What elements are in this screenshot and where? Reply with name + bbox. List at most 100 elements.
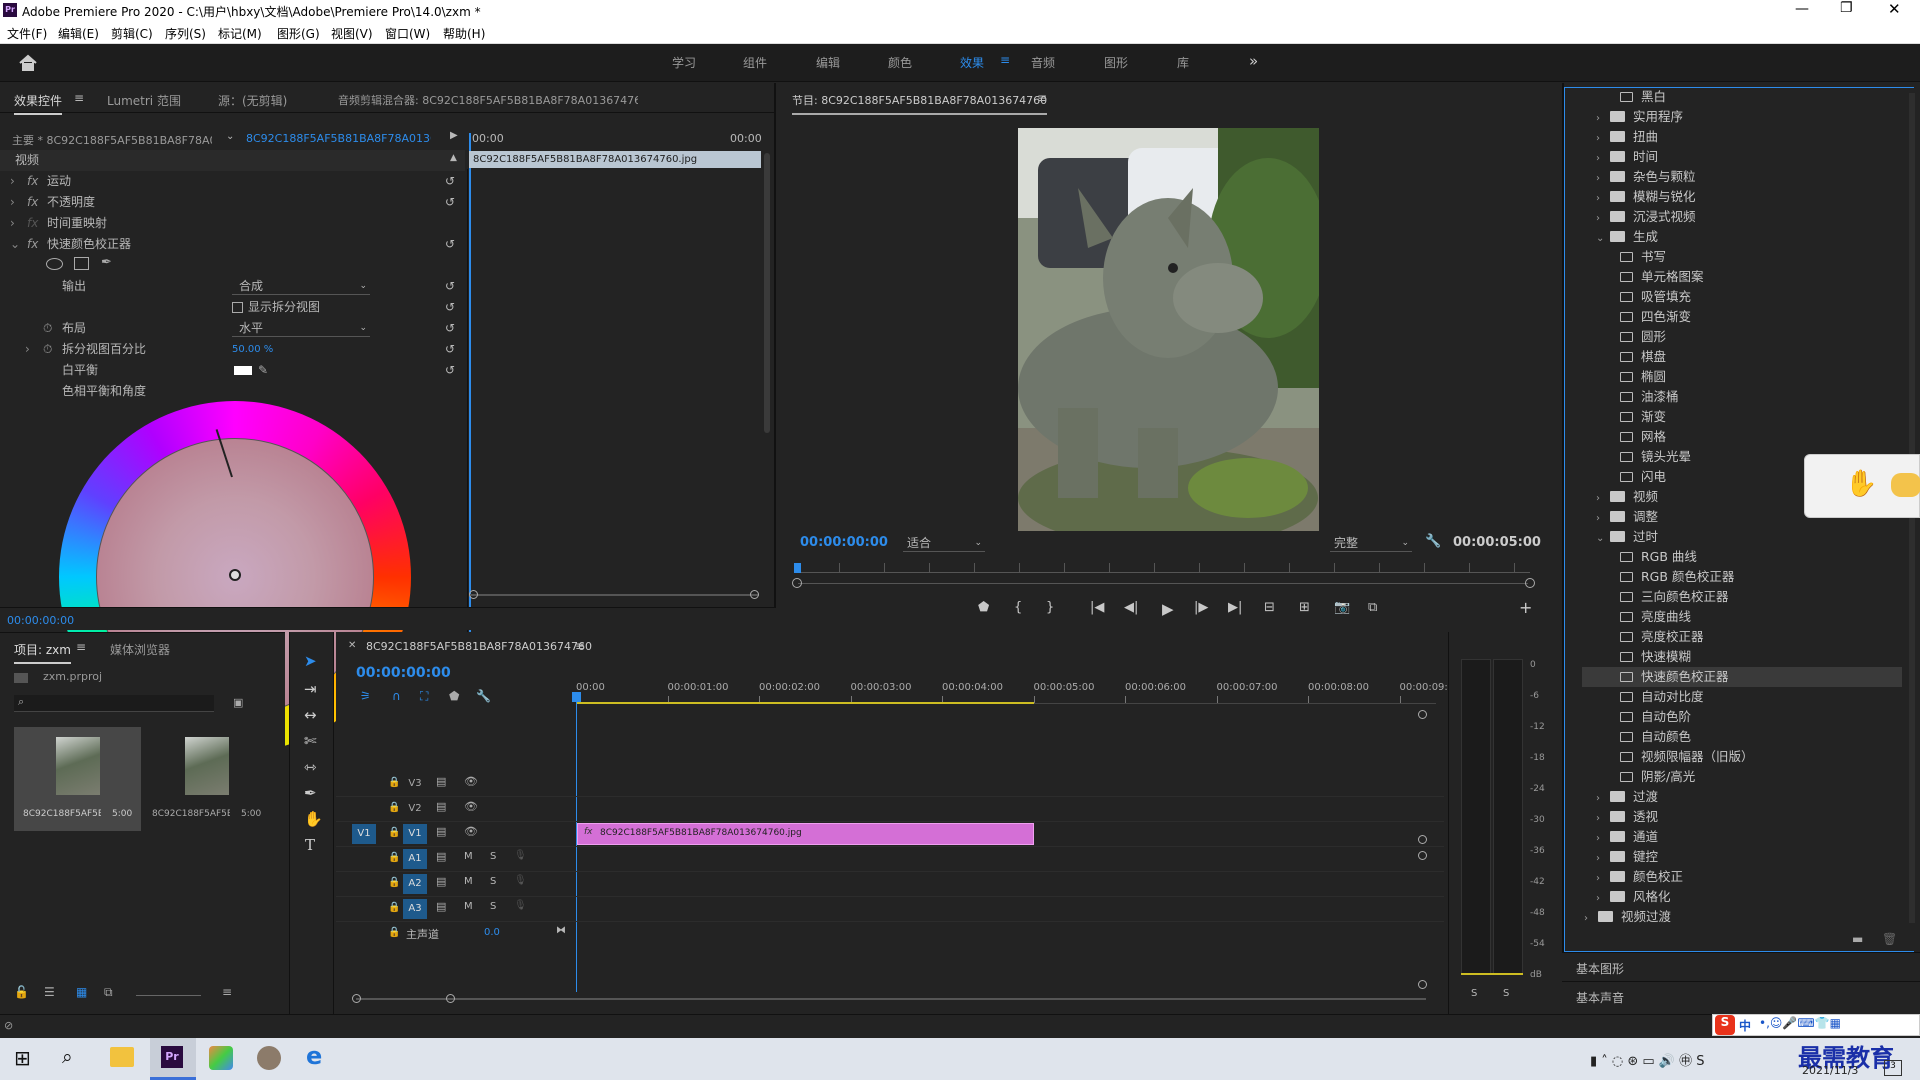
menu-sequence[interactable]: 序列(S) [165,25,206,42]
scroll-up-icon[interactable]: ▲ [450,153,457,163]
collapse-chevron-icon[interactable]: ⌄ [10,234,20,255]
program-playhead[interactable] [794,563,801,573]
expand-chevron-icon[interactable]: › [1584,909,1598,927]
sync-lock-icon[interactable]: ▤ [436,875,446,888]
linked-selection-icon[interactable]: ⛶ [420,689,428,704]
program-zoom-right[interactable] [1525,578,1535,588]
effect-item[interactable]: 油漆桶 [1618,387,1902,407]
effect-item[interactable]: 网格 [1618,427,1902,447]
eye-icon[interactable]: 👁 [464,775,478,788]
expand-chevron-icon[interactable]: › [1596,109,1610,127]
menu-marker[interactable]: 标记(M) [218,25,262,42]
workspace-tab-learn[interactable]: 学习 [672,54,696,71]
master-track-value[interactable]: 0.0 [484,927,500,938]
workspace-tab-graphics[interactable]: 图形 [1104,54,1128,71]
stopwatch-icon[interactable]: ⏱ [43,318,52,339]
fit-select[interactable]: 适合 ⌄ [903,536,985,552]
menu-view[interactable]: 视图(V) [331,25,373,42]
effect-item[interactable]: 视频限幅器（旧版） [1618,747,1902,767]
effect-folder[interactable]: ⌄ 生成 [1594,227,1902,247]
go-to-out-icon[interactable]: ▶| [1228,600,1242,615]
track-name[interactable]: A1 [403,849,427,869]
panel-essential-graphics[interactable]: 基本图形 [1562,952,1920,980]
tab-project[interactable]: 项目: zxm [14,641,71,664]
settings-wrench-icon[interactable]: 🔧 [476,689,491,703]
maximize-button[interactable]: ❐ [1840,0,1853,16]
ripple-edit-tool-icon[interactable]: ↔ [304,706,317,724]
reset-icon[interactable]: ↺ [445,297,455,318]
collapse-chevron-icon[interactable]: ⌄ [1596,229,1610,247]
program-zoom-bar[interactable] [798,583,1528,584]
effect-item[interactable]: 三向颜色校正器 [1618,587,1902,607]
ec-timecode[interactable]: 00:00:00:00 [7,614,74,627]
lock-icon[interactable]: 🔒 [388,877,400,888]
menu-file[interactable]: 文件(F) [7,25,47,42]
track-name[interactable]: V2 [403,799,427,819]
workspace-tab-color[interactable]: 颜色 [888,54,912,71]
effect-folder[interactable]: › 透视 [1594,807,1902,827]
work-area-bar[interactable] [576,702,1034,704]
step-back-icon[interactable]: ◀| [1124,600,1138,615]
solo-right-button[interactable]: S [1503,988,1509,999]
lock-icon[interactable]: 🔒 [388,777,400,788]
effect-item[interactable]: 黑白 [1618,87,1902,107]
lock-icon[interactable]: 🔒 [388,802,400,813]
collapse-chevron-icon[interactable]: ⌄ [1596,529,1610,547]
ime-tools-icons[interactable]: •,☺🎤⌨👕▦ [1759,1016,1841,1030]
reset-icon[interactable]: ↺ [445,192,455,213]
mic-icon[interactable]: 🎙 [514,850,527,861]
sync-lock-icon[interactable]: ▤ [436,800,446,813]
expand-chevron-icon[interactable]: › [10,213,15,234]
effect-item[interactable]: 快速颜色校正器 [1582,667,1902,687]
new-folder-icon[interactable]: ▬ [1852,932,1863,946]
ime-chinese-mode[interactable]: 中 [1739,1017,1751,1034]
effect-item[interactable]: 快速模糊 [1618,647,1902,667]
lock-icon[interactable]: 🔒 [388,852,400,863]
mic-icon[interactable]: 🎙 [514,900,527,911]
v-zoom-top[interactable] [1418,710,1427,719]
reset-icon[interactable]: ↺ [445,360,455,381]
more-workspaces-button[interactable]: » [1249,52,1258,70]
clip-v1[interactable]: fx 8C92C188F5AF5B81BA8F78A013674760.jpg [577,823,1034,845]
expand-chevron-icon[interactable]: › [1596,169,1610,187]
close-button[interactable]: ✕ [1888,0,1901,18]
workspace-tab-libraries[interactable]: 库 [1177,54,1189,71]
sort-icon[interactable]: ≡ [222,985,232,999]
solo-button[interactable]: S [490,876,496,887]
ime-toolbar[interactable]: S 中 •,☺🎤⌨👕▦ [1712,1014,1920,1036]
master-clip-label[interactable]: 主要 * 8C92C188F5AF5B81BA8F78A01... [12,132,212,148]
sync-lock-icon[interactable]: ▤ [436,900,446,913]
type-tool-icon[interactable]: T [305,836,315,854]
avatar-app-icon[interactable] [257,1046,281,1070]
effect-folder[interactable]: › 视频过渡 [1582,907,1902,927]
panel-menu-icon[interactable]: ≡ [76,640,86,654]
mask-rectangle-icon[interactable] [74,257,89,270]
effect-item[interactable]: 自动色阶 [1618,707,1902,727]
solo-button[interactable]: S [490,901,496,912]
tab-source[interactable]: 源：(无剪辑) [218,92,287,109]
sequence-clip-label[interactable]: 8C92C188F5AF5B81BA8F78A013674760 * 8C92C… [246,132,431,145]
lock-icon[interactable]: 🔒 [388,902,400,913]
home-icon[interactable] [18,54,38,72]
effect-folder[interactable]: › 杂色与颗粒 [1594,167,1902,187]
extract-icon[interactable]: ⊞ [1299,600,1310,615]
effect-item[interactable]: 单元格图案 [1618,267,1902,287]
effect-item[interactable]: 渐变 [1618,407,1902,427]
file-explorer-icon[interactable] [110,1047,134,1067]
nest-icon[interactable]: ⚞ [360,689,371,703]
project-item[interactable]: 8C92C188F5AF5B... 5:00 [143,727,270,831]
lock-icon[interactable]: 🔒 [388,827,400,838]
lift-icon[interactable]: ⊟ [1264,600,1275,615]
expand-chevron-icon[interactable]: › [1596,889,1610,907]
effect-folder[interactable]: › 键控 [1594,847,1902,867]
slip-tool-icon[interactable]: ⇿ [304,758,317,776]
selection-tool-icon[interactable]: ➤ [304,652,317,670]
expand-chevron-icon[interactable]: › [25,339,30,360]
project-item[interactable]: 8C92C188F5AF5B... 5:00 [14,727,141,831]
sync-lock-icon[interactable]: ▤ [436,825,446,838]
reset-icon[interactable]: ↺ [445,318,455,339]
program-zoom-left[interactable] [792,578,802,588]
expand-chevron-icon[interactable]: › [1596,489,1610,507]
playhead-handle[interactable] [572,692,581,702]
premiere-taskbar-icon[interactable]: Pr [150,1038,196,1080]
